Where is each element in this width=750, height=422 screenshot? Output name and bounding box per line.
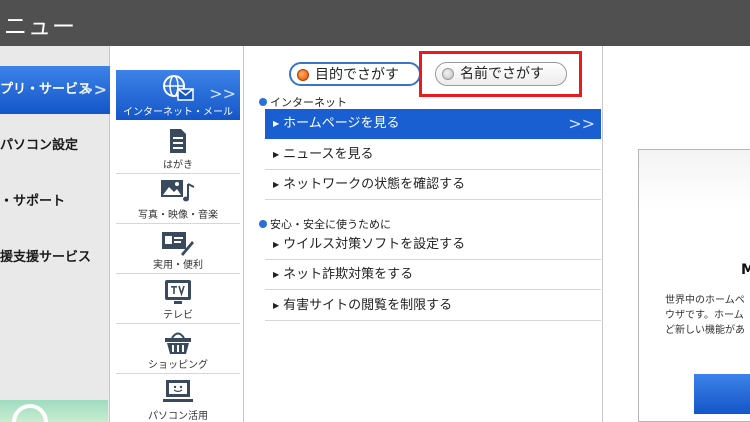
triangle-right-icon: ▶ xyxy=(273,180,280,189)
shopping-basket-icon xyxy=(165,332,191,354)
preview-description: 世界中のホームペ ウザです。ホーム ど新しい機能があ xyxy=(665,293,745,338)
bullet-icon xyxy=(259,220,267,228)
category-label: ・サポート xyxy=(0,194,66,209)
item-fraud-protection[interactable]: ▶ ネット詐欺対策をする xyxy=(265,260,601,290)
triangle-right-icon: ▶ xyxy=(273,270,280,279)
tv-icon xyxy=(165,280,191,304)
title-bar: ニュー xyxy=(0,0,750,46)
menu-photo-video-music[interactable]: 写真・映像・音楽 xyxy=(116,174,240,224)
triangle-right-icon: ▶ xyxy=(273,119,280,128)
menu-practical-utility[interactable]: 実用・便利 xyxy=(116,224,240,274)
double-chevron-right-icon: >> xyxy=(568,114,595,133)
preview-description-line: ど新しい機能があ xyxy=(665,325,745,336)
item-view-homepage[interactable]: ▶ ホームページを見る >> xyxy=(265,109,601,139)
category-label: 援支援サービス xyxy=(0,250,92,265)
preview-description-line: 世界中のホームペ xyxy=(665,295,745,306)
double-chevron-right-icon: >> xyxy=(209,84,236,103)
item-antivirus-settings[interactable]: ▶ ウイルス対策ソフトを設定する xyxy=(265,230,601,260)
promo-banner[interactable] xyxy=(0,400,108,422)
item-label: ネット詐欺対策をする xyxy=(283,267,414,282)
menu-label: 実用・便利 xyxy=(153,260,203,271)
category-sidebar: プリ・サービス >> パソコン設定 ・サポート 援支援サービス xyxy=(0,46,110,422)
icon-menu: >> インターネット・メール はがき 写真・映像・音楽 実用・便利 テレビ ショ… xyxy=(112,46,244,422)
menu-label: テレビ xyxy=(163,310,193,321)
category-label: プリ・サービス xyxy=(0,82,92,97)
menu-pc-usage[interactable]: パソコン活用 xyxy=(116,374,240,422)
photo-music-icon xyxy=(161,180,195,202)
category-assist-services[interactable]: 援支援サービス xyxy=(0,234,110,282)
preview-description-line: ウザです。ホーム xyxy=(665,310,744,321)
pc-user-icon xyxy=(163,380,193,402)
app-preview-card: M 世界中のホームペ ウザです。ホーム ど新しい機能があ xyxy=(638,149,750,422)
menu-label: ショッピング xyxy=(148,360,208,371)
category-apps-services[interactable]: プリ・サービス >> xyxy=(0,66,110,114)
search-by-purpose-toggle[interactable]: 目的でさがす xyxy=(289,62,421,86)
item-view-news[interactable]: ▶ ニュースを見る xyxy=(265,140,601,170)
menu-internet-mail[interactable]: >> インターネット・メール xyxy=(116,70,240,120)
category-label: パソコン設定 xyxy=(0,138,79,153)
menu-label: インターネット・メール xyxy=(123,107,233,118)
preview-heading: M xyxy=(741,262,750,278)
menu-postcard[interactable]: はがき xyxy=(116,124,240,174)
triangle-right-icon: ▶ xyxy=(273,150,280,159)
bullet-icon xyxy=(259,98,267,106)
preview-panel: M 世界中のホームペ ウザです。ホーム ど新しい機能があ xyxy=(604,46,750,422)
item-restrict-harmful-sites[interactable]: ▶ 有害サイトの閲覧を制限する xyxy=(265,291,601,321)
card-pen-icon xyxy=(162,232,194,256)
double-chevron-right-icon: >> xyxy=(80,80,107,99)
window-title: ニュー xyxy=(4,14,76,40)
item-label: ニュースを見る xyxy=(283,147,374,162)
menu-tv[interactable]: テレビ xyxy=(116,274,240,324)
item-label: ホームページを見る xyxy=(283,116,400,131)
category-support[interactable]: ・サポート xyxy=(0,178,110,226)
category-pc-settings[interactable]: パソコン設定 xyxy=(0,122,110,170)
ring-graphic xyxy=(12,404,48,422)
section-title: インターネット xyxy=(270,96,347,109)
menu-shopping[interactable]: ショッピング xyxy=(116,324,240,374)
menu-label: パソコン活用 xyxy=(148,411,208,422)
triangle-right-icon: ▶ xyxy=(273,301,280,310)
content-panel: 目的でさがす 名前でさがす インターネット ▶ ホームページを見る >> ▶ ニュー… xyxy=(245,46,603,422)
launch-button[interactable] xyxy=(694,374,750,414)
radio-selected-icon xyxy=(297,69,309,81)
postcard-icon xyxy=(170,129,186,153)
item-check-network[interactable]: ▶ ネットワークの状態を確認する xyxy=(265,170,601,200)
menu-label: はがき xyxy=(163,160,193,171)
red-highlight-box xyxy=(419,51,582,97)
search-by-purpose-label: 目的でさがす xyxy=(315,67,399,83)
item-label: ウイルス対策ソフトを設定する xyxy=(283,237,466,252)
menu-label: 写真・映像・音楽 xyxy=(138,210,218,221)
preview-header-area xyxy=(639,150,750,210)
section-heading-internet: インターネット xyxy=(259,94,347,110)
triangle-right-icon: ▶ xyxy=(273,240,280,249)
item-label: ネットワークの状態を確認する xyxy=(283,177,466,192)
item-label: 有害サイトの閲覧を制限する xyxy=(283,298,453,313)
globe-mail-icon xyxy=(163,75,194,101)
